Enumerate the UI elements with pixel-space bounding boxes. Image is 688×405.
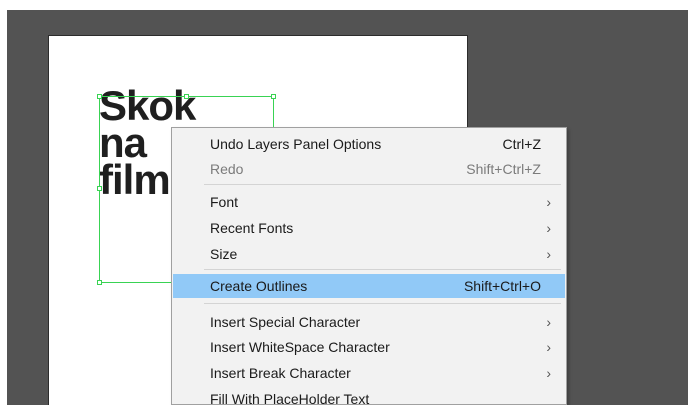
menu-item-recent-fonts[interactable]: Recent Fonts ›	[173, 216, 565, 240]
menu-separator	[204, 269, 561, 270]
chevron-right-icon: ›	[546, 220, 551, 236]
resize-handle-top-right[interactable]	[271, 94, 276, 99]
chevron-right-icon: ›	[546, 365, 551, 381]
chevron-right-icon: ›	[546, 339, 551, 355]
chevron-right-icon: ›	[546, 194, 551, 210]
menu-item-insert-whitespace-character[interactable]: Insert WhiteSpace Character ›	[173, 335, 565, 359]
menu-item-undo[interactable]: Undo Layers Panel Options Ctrl+Z	[173, 132, 565, 156]
menu-item-font[interactable]: Font ›	[173, 190, 565, 214]
menu-item-recent-fonts-label: Recent Fonts	[210, 220, 294, 236]
resize-handle-top-middle[interactable]	[184, 94, 189, 99]
menu-item-insert-special-character-label: Insert Special Character	[210, 314, 361, 330]
resize-handle-middle-left[interactable]	[97, 186, 102, 191]
menu-item-size[interactable]: Size ›	[173, 242, 565, 266]
menu-item-redo-shortcut: Shift+Ctrl+Z	[466, 161, 541, 177]
menu-item-create-outlines[interactable]: Create Outlines Shift+Ctrl+O	[173, 274, 565, 298]
menu-item-redo[interactable]: Redo Shift+Ctrl+Z	[173, 157, 565, 181]
menu-item-fill-with-placeholder-text-label: Fill With PlaceHolder Text	[210, 391, 370, 405]
menu-item-insert-special-character[interactable]: Insert Special Character ›	[173, 310, 565, 334]
menu-item-insert-whitespace-character-label: Insert WhiteSpace Character	[210, 339, 390, 355]
menu-item-undo-label: Undo Layers Panel Options	[210, 136, 382, 152]
menu-item-undo-shortcut: Ctrl+Z	[502, 136, 542, 152]
illustrator-window: Skok na film Undo Layers Panel Options C…	[0, 0, 688, 405]
menu-item-font-label: Font	[210, 194, 239, 210]
menu-item-fill-with-placeholder-text[interactable]: Fill With PlaceHolder Text	[173, 387, 565, 405]
resize-handle-bottom-left[interactable]	[97, 280, 102, 285]
chevron-right-icon: ›	[546, 246, 551, 262]
menu-item-insert-break-character-label: Insert Break Character	[210, 365, 351, 381]
menu-separator	[204, 303, 561, 304]
menu-item-insert-break-character[interactable]: Insert Break Character ›	[173, 361, 565, 385]
menu-item-create-outlines-shortcut: Shift+Ctrl+O	[463, 278, 541, 294]
chevron-right-icon: ›	[546, 314, 551, 330]
menu-item-create-outlines-label: Create Outlines	[210, 278, 308, 294]
context-menu: Undo Layers Panel Options Ctrl+Z Redo Sh…	[171, 127, 567, 405]
resize-handle-top-left[interactable]	[97, 94, 102, 99]
menu-item-redo-label: Redo	[210, 161, 244, 177]
menu-item-size-label: Size	[210, 246, 238, 262]
menu-separator	[204, 184, 561, 185]
